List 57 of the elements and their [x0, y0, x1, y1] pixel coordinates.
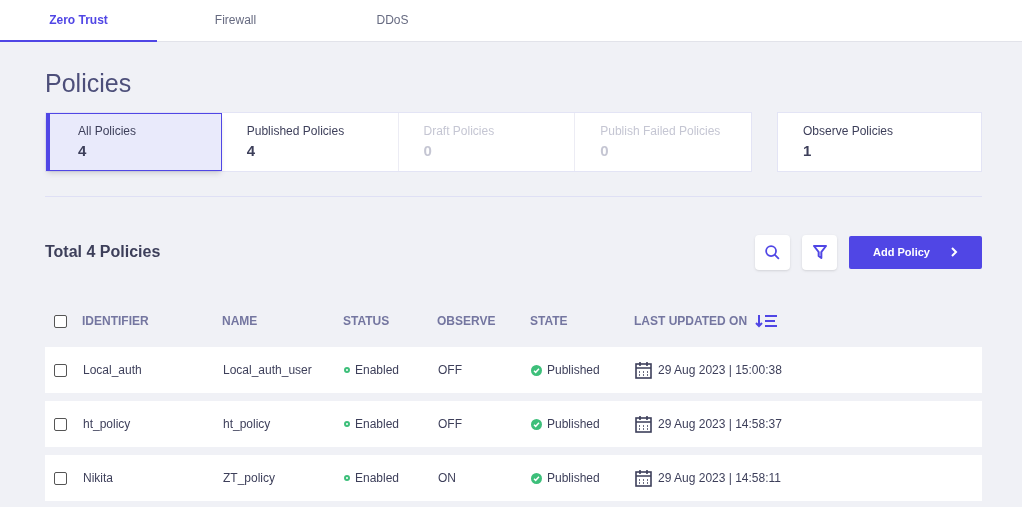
checkbox[interactable]: [54, 314, 67, 328]
tab[interactable]: Zero Trust: [0, 0, 157, 42]
summary-tab[interactable]: Published Policies 4: [221, 113, 398, 171]
column-header: LAST UPDATED ON: [634, 313, 748, 330]
column-header: STATUS: [343, 313, 390, 330]
table-cell-text: 29 Aug 2023 | 14:58:11: [658, 470, 781, 487]
status-icon: [344, 367, 350, 373]
table-cell-text: Published: [547, 416, 600, 433]
table-cell-text: Published: [547, 362, 600, 379]
checkbox[interactable]: [54, 363, 67, 377]
tab[interactable]: DDoS: [314, 0, 471, 42]
search-icon: [764, 243, 781, 261]
check-circle-icon: [531, 418, 542, 430]
checkbox[interactable]: [54, 471, 67, 485]
table-cell: OFF: [438, 417, 462, 431]
calendar-icon: [635, 361, 652, 379]
summary-tab[interactable]: All Policies 4: [46, 113, 222, 171]
status-icon: [344, 421, 350, 427]
table-cell-text: 29 Aug 2023 | 15:00:38: [658, 362, 782, 379]
page-title: Policies: [45, 68, 133, 99]
filter-button[interactable]: [802, 234, 837, 270]
chevron-right-icon: [949, 247, 958, 257]
table-cell: ht_policy: [223, 417, 271, 431]
calendar-icon: [635, 415, 652, 433]
check-circle-icon: [531, 364, 542, 376]
search-button[interactable]: [755, 234, 790, 270]
tab[interactable]: Firewall: [157, 0, 314, 42]
table-cell: ZT_policy: [223, 471, 275, 485]
sort-icon[interactable]: [755, 314, 780, 328]
table-cell-text: Enabled: [355, 416, 400, 433]
check-circle-icon: [531, 472, 542, 484]
table-cell: OFF: [438, 363, 462, 377]
table-cell: Local_auth_user: [223, 363, 312, 377]
table-cell-text: Enabled: [355, 470, 400, 487]
table-row[interactable]: ht_policy ht_policy Enabled OFF Published 29 Aug 2023 | 14:58:37: [45, 401, 982, 447]
status-icon: [344, 475, 350, 481]
table-cell: Nikita: [83, 471, 113, 485]
table-cell: ht_policy: [83, 417, 131, 431]
table-cell-text: Published: [547, 470, 600, 487]
column-header: NAME: [222, 313, 258, 330]
table-cell-text: Enabled: [355, 362, 400, 379]
column-header: IDENTIFIER: [82, 313, 149, 330]
calendar-icon: [635, 469, 652, 487]
checkbox[interactable]: [54, 417, 67, 431]
card-label: Observe Policies: [803, 122, 895, 140]
summary-card[interactable]: Observe Policies 1: [777, 112, 982, 172]
table-row[interactable]: Nikita ZT_policy Enabled ON Published 29 Aug 2023 | 14:58:11: [45, 455, 982, 501]
table-cell: Local_auth: [83, 363, 142, 377]
table-cell: ON: [438, 471, 456, 485]
card-count: 1: [803, 140, 813, 161]
table-row[interactable]: Local_auth Local_auth_user Enabled OFF Published 29 Aug 2023 | 15:00:38: [45, 347, 982, 393]
column-header: OBSERVE: [437, 313, 496, 330]
table-cell-text: 29 Aug 2023 | 14:58:37: [658, 416, 782, 433]
filter-icon: [811, 244, 828, 260]
add-policy-button[interactable]: Add Policy: [849, 235, 982, 269]
section-title: Total 4 Policies: [45, 242, 162, 262]
column-header: STATE: [530, 313, 568, 330]
